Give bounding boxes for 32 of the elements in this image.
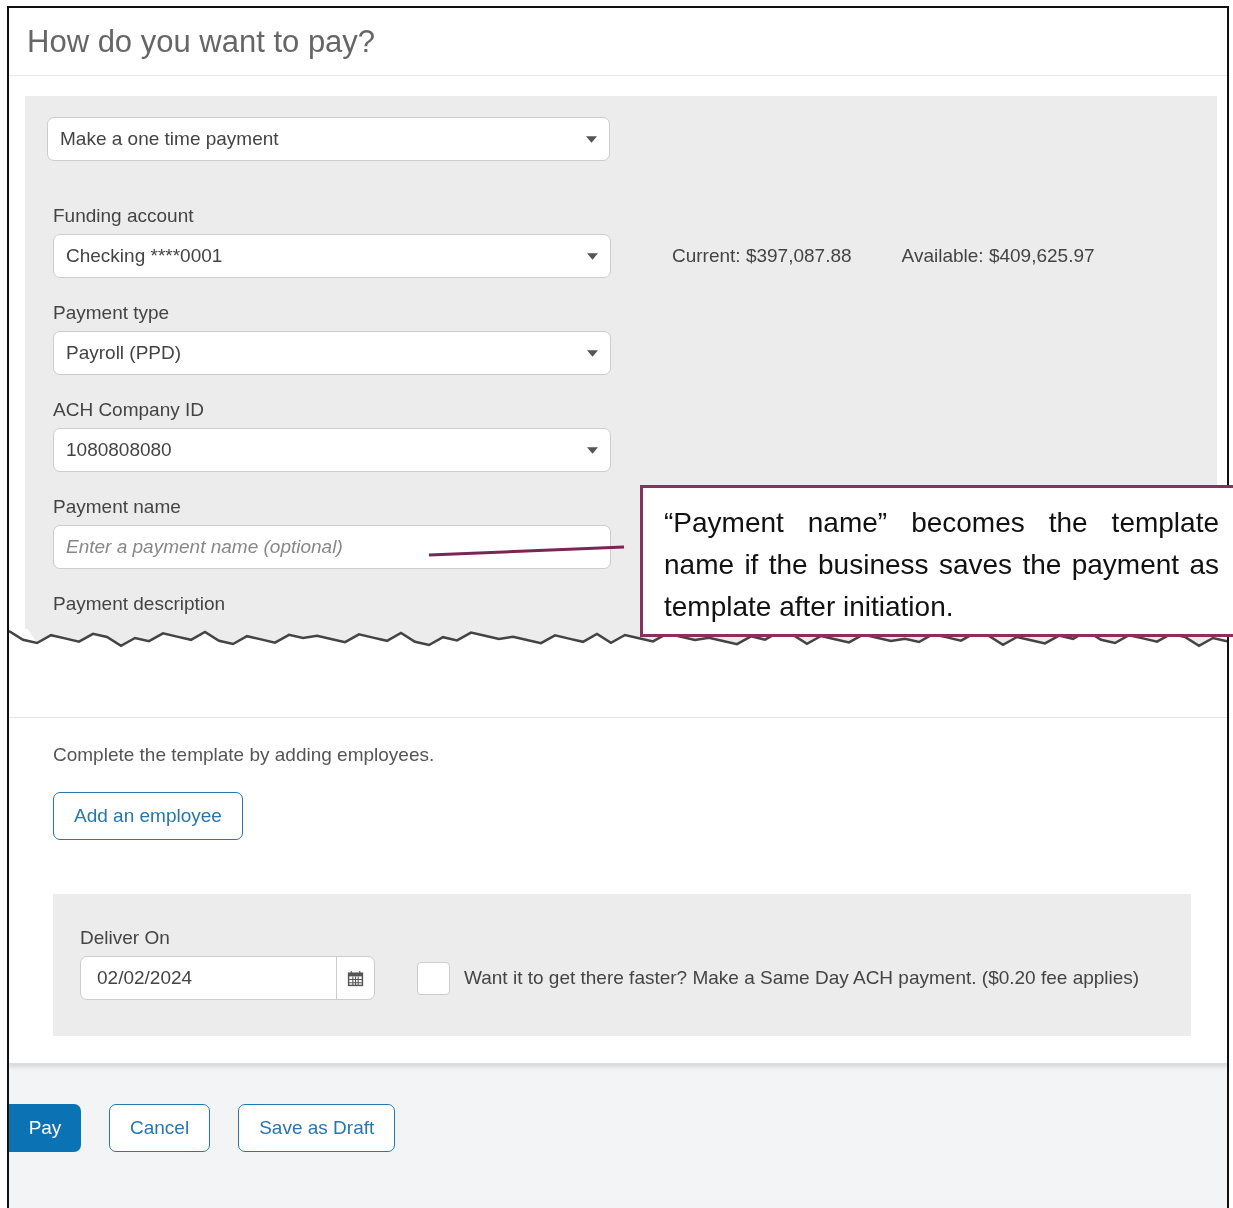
- caret-icon: [587, 252, 598, 260]
- field-label: Payment name: [53, 496, 181, 518]
- balance-text: Available: $409,625.97: [901, 245, 1095, 267]
- dropdown-value: Checking ****0001: [66, 245, 223, 267]
- callout-text: “Payment name” becomes the template name if the business saves the payment as template after initiation.: [664, 506, 1219, 624]
- dropdown-value: Payroll (PPD): [66, 342, 182, 364]
- dropdown[interactable]: Payroll (PPD): [53, 331, 611, 375]
- pay-button[interactable]: Pay: [9, 1104, 81, 1152]
- date-field[interactable]: 02/02/2024: [80, 956, 375, 1000]
- calendar-icon[interactable]: [347, 969, 364, 987]
- caret-icon: [586, 135, 597, 143]
- dropdown[interactable]: Checking ****0001: [53, 234, 611, 278]
- dropdown-value: 1080808080: [66, 439, 172, 461]
- action-button[interactable]: Cancel: [109, 1104, 211, 1152]
- checkbox-label: Want it to get there faster? Make a Same Day ACH payment. ($0.20 fee applies): [464, 967, 1140, 989]
- instruction-text: Complete the template by adding employees.: [53, 744, 436, 766]
- page-title: How do you want to pay?: [27, 23, 376, 60]
- add-employee-button[interactable]: Add an employee: [53, 792, 243, 840]
- caret-icon: [587, 446, 598, 454]
- field-label: Payment type: [53, 302, 170, 324]
- balance-text: Current: $397,087.88: [672, 245, 852, 267]
- action-button[interactable]: Save as Draft: [238, 1104, 396, 1152]
- dropdown[interactable]: 1080808080: [53, 428, 611, 472]
- field-label: Funding account: [53, 205, 194, 227]
- dropdown[interactable]: Make a one time payment: [47, 117, 610, 161]
- dropdown-value: Make a one time payment: [60, 128, 279, 150]
- input-field[interactable]: Enter a payment name (optional): [53, 525, 611, 569]
- checkbox[interactable]: [417, 961, 450, 995]
- field-label: Deliver On: [80, 927, 170, 949]
- field-label: ACH Company ID: [53, 399, 204, 421]
- caret-icon: [587, 349, 598, 357]
- field-label: Payment description: [53, 593, 226, 615]
